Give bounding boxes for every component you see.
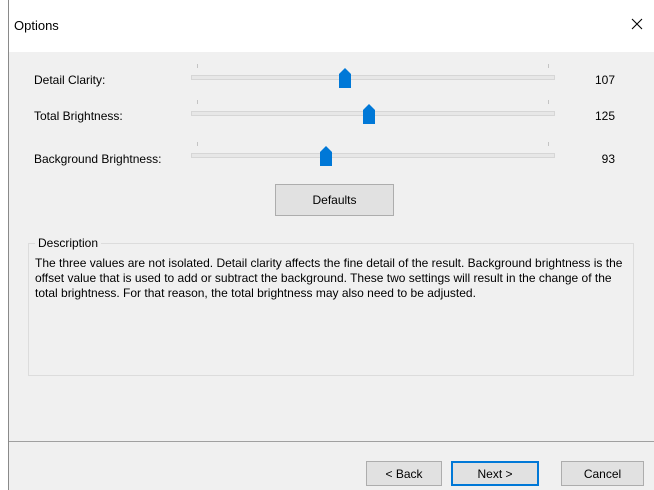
background-brightness-value: 93 bbox=[601, 152, 615, 166]
detail-clarity-slider[interactable] bbox=[191, 58, 555, 88]
close-icon bbox=[631, 18, 643, 30]
slider-track bbox=[191, 75, 555, 80]
options-dialog: Options Detail Clarity: 107 Total Bright… bbox=[8, 0, 654, 490]
cancel-button[interactable]: Cancel bbox=[561, 461, 644, 486]
title-bar: Options bbox=[9, 0, 654, 52]
background-brightness-slider[interactable] bbox=[191, 136, 555, 166]
slider-thumb[interactable] bbox=[320, 146, 333, 166]
description-group: Description The three values are not iso… bbox=[28, 236, 634, 376]
slider-thumb[interactable] bbox=[338, 68, 351, 88]
defaults-button[interactable]: Defaults bbox=[275, 184, 394, 216]
background-brightness-label: Background Brightness: bbox=[34, 152, 162, 166]
slider-tick-max bbox=[548, 142, 549, 146]
next-button[interactable]: Next > bbox=[451, 461, 539, 486]
slider-tick-max bbox=[548, 64, 549, 68]
total-brightness-slider[interactable] bbox=[191, 94, 555, 124]
total-brightness-value: 125 bbox=[594, 109, 615, 123]
slider-tick-min bbox=[197, 64, 198, 68]
window-title: Options bbox=[14, 18, 59, 33]
slider-thumb[interactable] bbox=[363, 104, 376, 124]
slider-tick-min bbox=[197, 142, 198, 146]
dialog-content: Detail Clarity: 107 Total Brightness: 12… bbox=[9, 52, 654, 490]
detail-clarity-label: Detail Clarity: bbox=[34, 73, 106, 87]
detail-clarity-value: 107 bbox=[594, 73, 615, 87]
slider-tick-min bbox=[197, 100, 198, 104]
back-button[interactable]: < Back bbox=[366, 461, 442, 486]
total-brightness-label: Total Brightness: bbox=[34, 109, 123, 123]
slider-tick-max bbox=[548, 100, 549, 104]
slider-track bbox=[191, 153, 555, 158]
description-legend: Description bbox=[35, 236, 102, 250]
description-text: The three values are not isolated. Detai… bbox=[35, 256, 623, 300]
separator bbox=[9, 441, 654, 442]
close-button[interactable] bbox=[622, 10, 652, 38]
